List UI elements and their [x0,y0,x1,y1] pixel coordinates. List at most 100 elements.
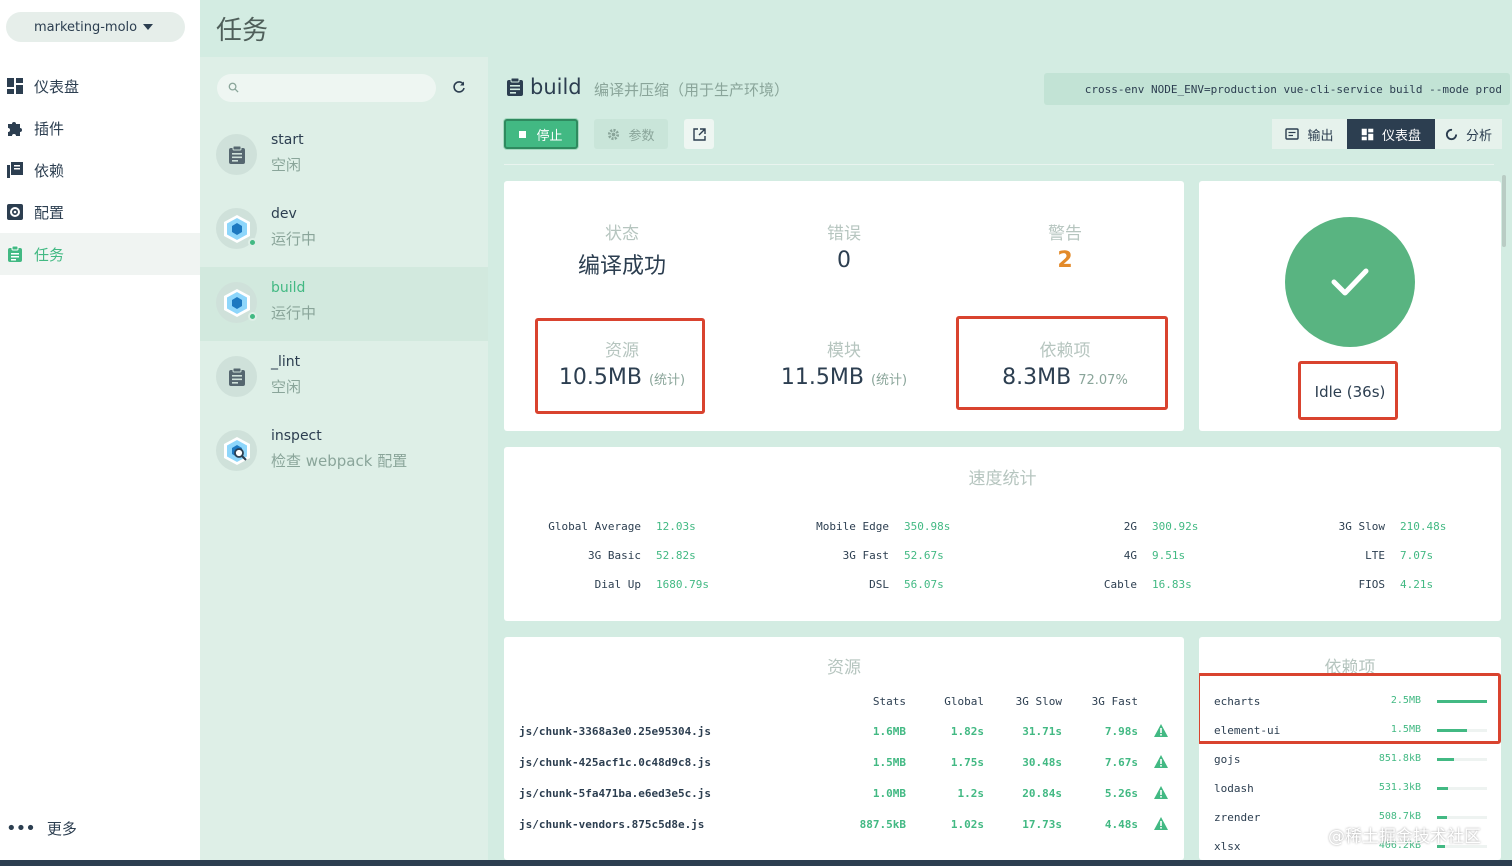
speed-stat: Mobile Edge 350.98s [752,520,950,533]
asset-3g-slow: 30.48s [1022,756,1062,769]
sidebar: marketing-molo 仪表盘 插件 依赖 配置 任务 ••• 更多 [0,0,200,860]
task-item-start[interactable]: start 空闲 [200,119,488,193]
params-label: 参数 [628,128,655,144]
asset-global: 1.2s [957,787,985,800]
stat-warnings: 警告 2 [985,219,1145,273]
task-title: build [506,75,582,99]
task-item-build[interactable]: build 运行中 [200,267,488,341]
speed-key: Dial Up [594,578,641,591]
caret-down-icon [143,24,153,30]
asset-3g-slow: 17.73s [1022,818,1062,831]
clipboard-icon [507,77,523,96]
nav-item-label: 依赖 [34,161,65,180]
task-name: build [271,280,306,296]
terminal-icon [1285,128,1300,140]
asset-row: js/chunk-425acf1c.0c48d9c8.js 1.5MB 1.75… [504,755,1184,787]
page-title: 任务 [216,16,269,46]
nav-item-label: 插件 [34,119,65,138]
warning-icon [1154,724,1168,737]
asset-row: js/chunk-vendors.875c5d8e.js 887.5kB 1.0… [504,817,1184,849]
asset-file: js/chunk-425acf1c.0c48d9c8.js [519,756,712,769]
speed-value: 210.48s [1400,520,1447,533]
status-card: 状态 编译成功 错误 0 警告 2 资源 10.5MB (统计) 模块 11.5… [504,181,1184,431]
highlight-box [1199,673,1501,744]
speed-stat: Global Average 12.03s [504,520,695,533]
speed-stat: 3G Fast 52.67s [752,549,944,562]
more-button[interactable]: ••• 更多 [6,818,77,839]
speed-key: 3G Basic [588,549,641,562]
asset-file: js/chunk-vendors.875c5d8e.js [519,818,705,831]
task-status: 运行中 [271,230,317,248]
dependency-size-bar [1437,787,1487,790]
nav-item-dashboard[interactable]: 仪表盘 [0,65,200,107]
tab-output[interactable]: 输出 [1272,119,1347,149]
column-header: Global [944,695,984,708]
speed-stat: 3G Basic 52.82s [504,549,696,562]
divider [504,164,1494,165]
speed-stat: LTE 7.07s [1248,549,1433,562]
project-selector[interactable]: marketing-molo [6,12,185,42]
speed-value: 300.92s [1152,520,1199,533]
task-item-lint[interactable]: _lint 空闲 [200,341,488,415]
more-dots-icon: ••• [6,818,36,839]
webpack-inspect-icon [216,430,257,471]
bar-fill [1437,758,1454,761]
bar-fill [1437,787,1448,790]
stat-note: (统计) [870,373,908,388]
speed-value: 1680.79s [656,578,709,591]
params-button[interactable]: 参数 [594,119,668,149]
speed-key: 3G Slow [1338,520,1385,533]
speed-value: 16.83s [1152,578,1192,591]
tab-dashboard[interactable]: 仪表盘 [1347,119,1435,149]
nav-item-config[interactable]: 配置 [0,191,200,233]
build-status-card: Idle (36s) [1199,181,1501,431]
asset-3g-slow: 20.84s [1022,787,1062,800]
card-title: 速度统计 [968,469,1037,489]
open-external-button[interactable] [684,119,714,149]
dependency-name: zrender [1214,811,1261,824]
task-status: 运行中 [271,304,317,322]
highlight-box [535,318,705,414]
asset-3g-fast: 7.67s [1104,756,1138,769]
stop-button[interactable]: 停止 [504,119,578,149]
speed-key: LTE [1365,549,1385,562]
column-header: Stats [872,695,906,708]
nav-item-plugins[interactable]: 插件 [0,107,200,149]
stat-value: 11.5MB [780,365,864,390]
tab-label: 输出 [1307,128,1334,144]
task-item-dev[interactable]: dev 运行中 [200,193,488,267]
stat-value: 0 [837,248,851,273]
task-name: start [271,132,304,148]
speed-value: 9.51s [1152,549,1186,562]
dashboard-icon [1361,128,1374,140]
speed-stat: Dial Up 1680.79s [504,578,709,591]
task-search-input[interactable] [217,74,436,102]
task-title-text: build [530,75,582,99]
column-header: 3G Slow [1015,695,1062,708]
scrollbar[interactable] [1502,175,1506,247]
nav-item-dependencies[interactable]: 依赖 [0,149,200,191]
speed-stat: DSL 56.07s [752,578,944,591]
stop-label: 停止 [536,128,563,144]
task-item-inspect[interactable]: inspect 检查 webpack 配置 [200,415,488,489]
speed-value: 7.07s [1400,549,1434,562]
speed-value: 52.82s [656,549,696,562]
task-name: _lint [271,354,301,370]
watermark: @稀土掘金技术社区 [1328,827,1481,847]
refresh-icon[interactable] [452,80,466,94]
search-icon [228,82,239,93]
stop-icon [519,130,527,138]
stat-label: 模块 [827,341,861,361]
task-description: 编译并压缩（用于生产环境） [594,81,790,99]
success-check-icon [1285,217,1415,347]
bar-fill [1437,816,1447,819]
stat-label: 警告 [1048,224,1082,244]
stat-value: 编译成功 [577,254,666,279]
task-status: 空闲 [271,156,302,174]
tab-analyze[interactable]: 分析 [1435,119,1502,149]
nav-item-tasks[interactable]: 任务 [0,233,200,275]
puzzle-icon [8,122,22,136]
speed-key: Cable [1103,578,1137,591]
asset-global: 1.75s [950,756,984,769]
asset-stats: 1.6MB [872,725,906,738]
